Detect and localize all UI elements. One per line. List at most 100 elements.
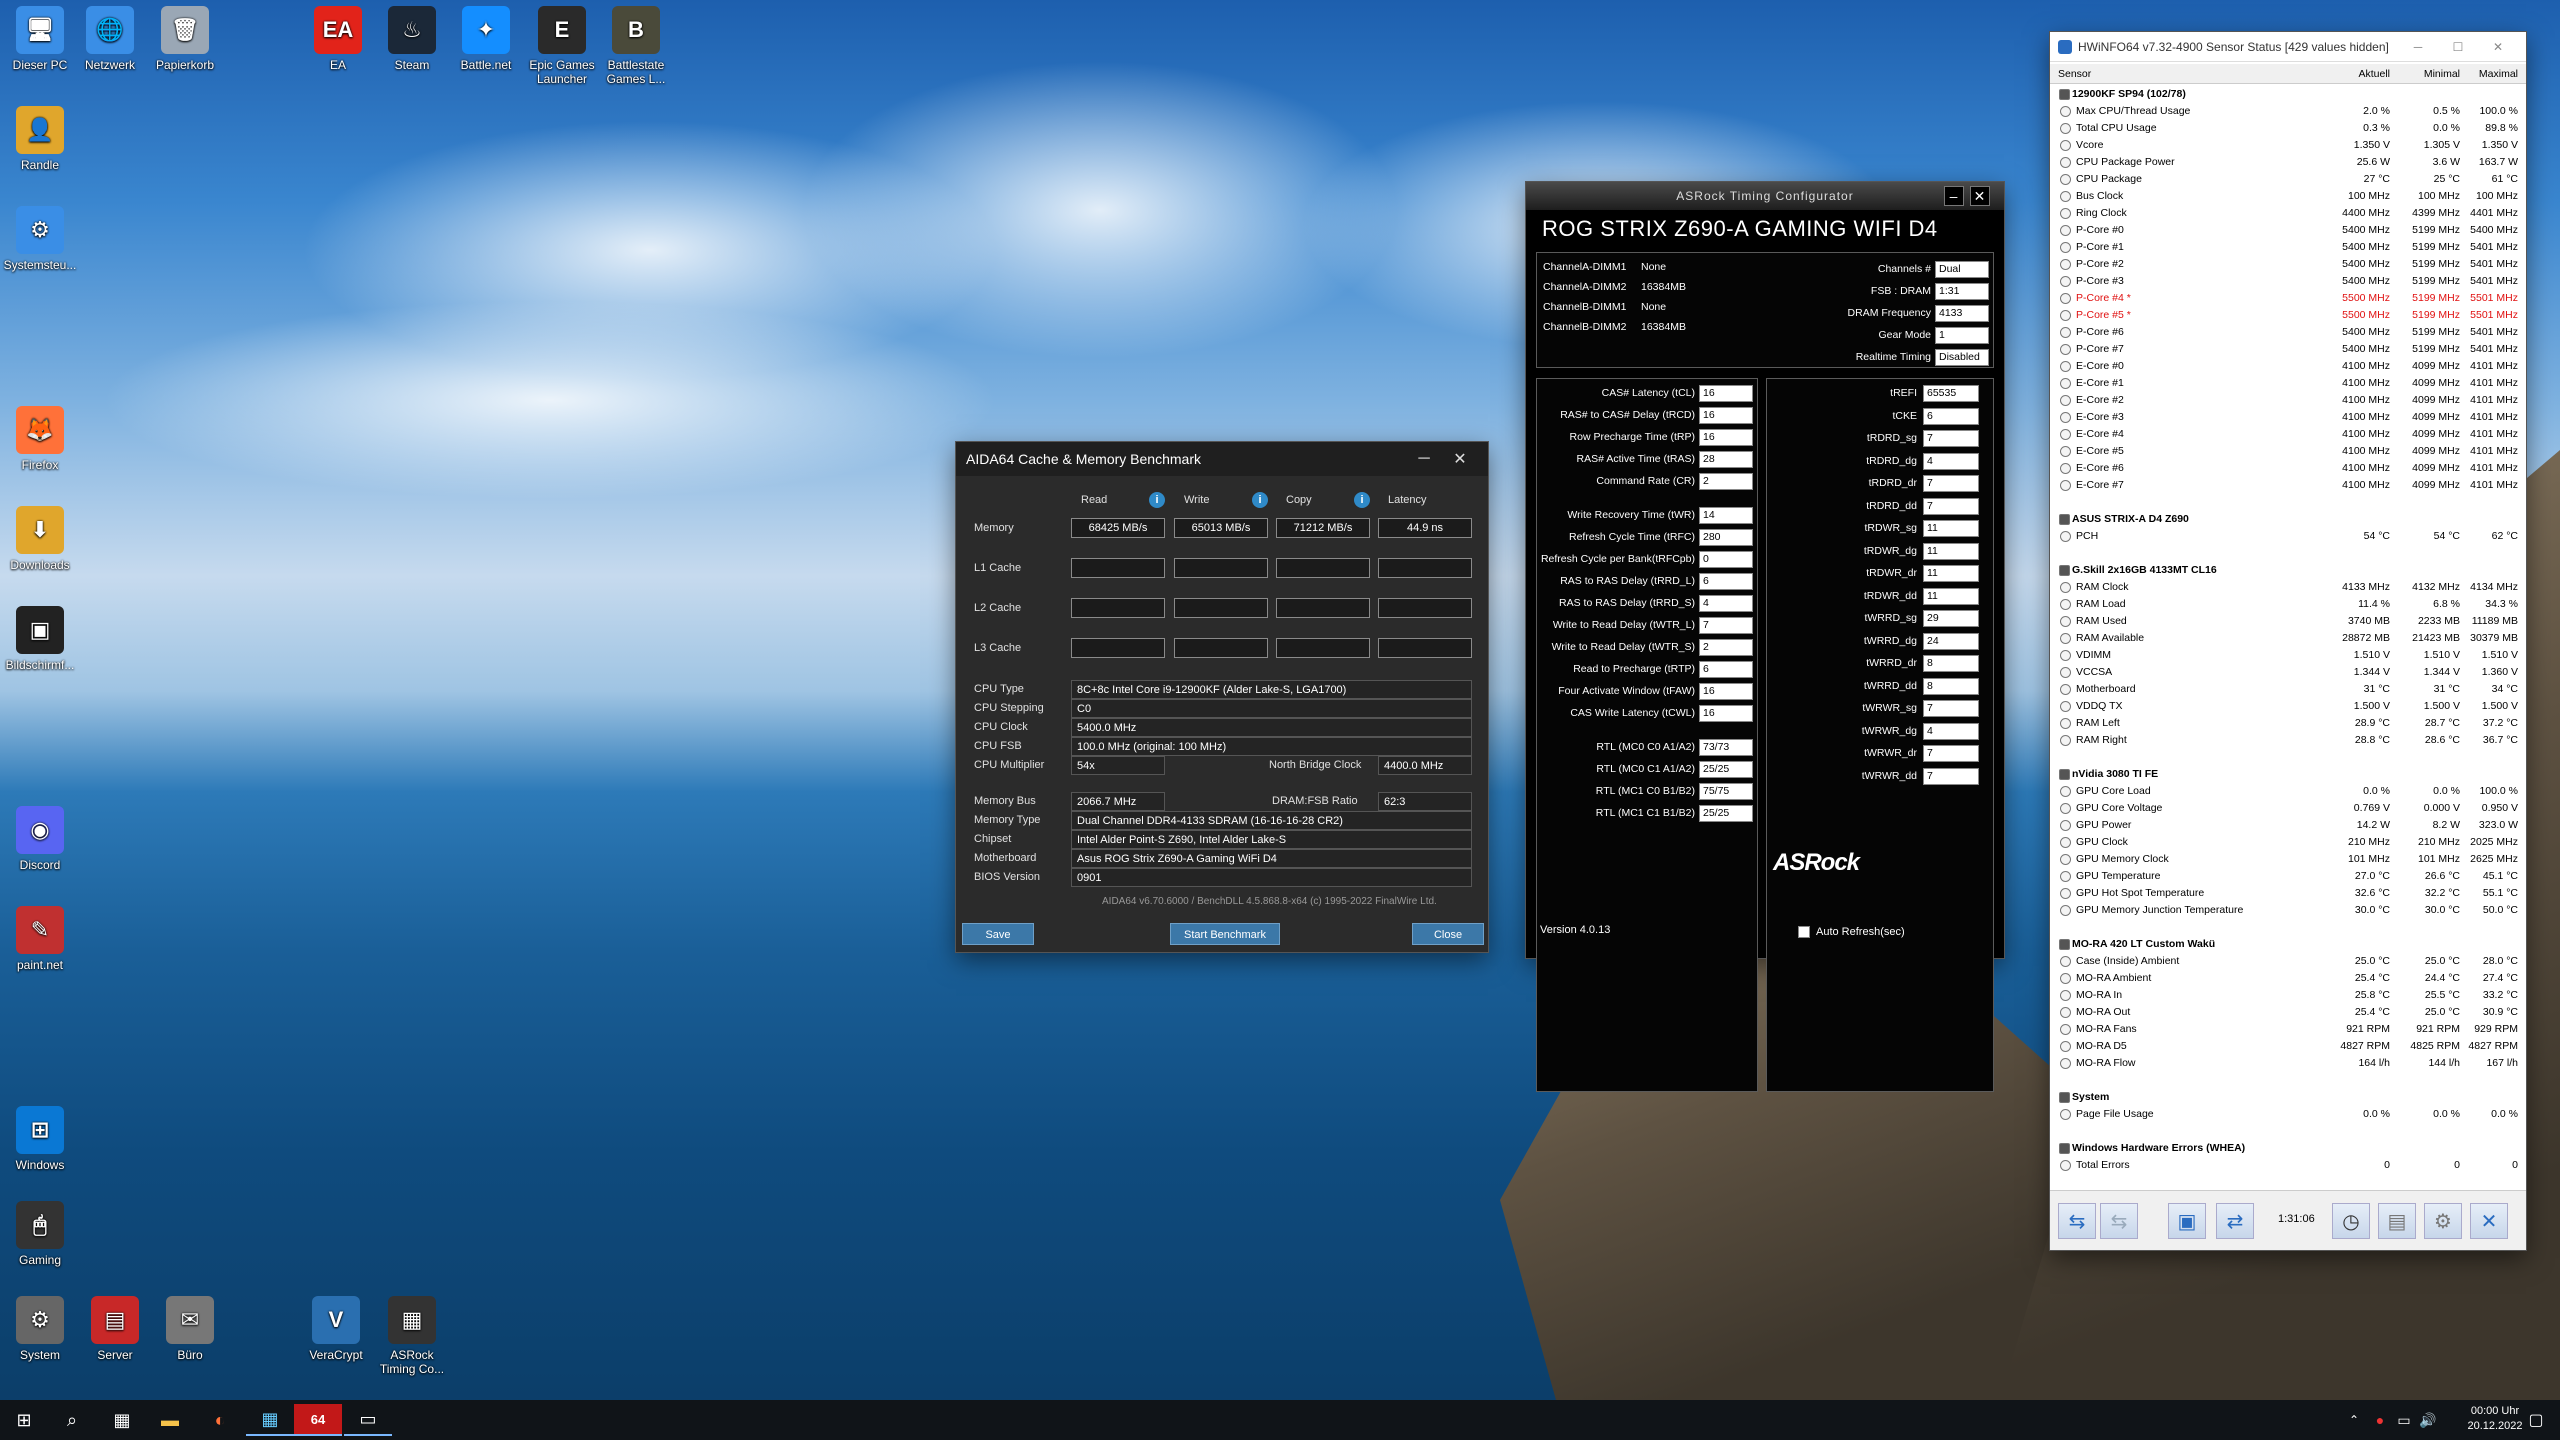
sensor-row[interactable]: CPU Package Power 25.6 W 3.6 W 163.7 W xyxy=(2050,154,2526,171)
desktop-icon-7[interactable]: B Battlestate Games L... xyxy=(596,6,676,86)
sensor-row[interactable]: VDDQ TX 1.500 V 1.500 V 1.500 V xyxy=(2050,698,2526,715)
desktop-icon-4[interactable]: ♨ Steam xyxy=(372,6,452,72)
timing-input[interactable]: 2 xyxy=(1699,473,1753,490)
sensor-row[interactable]: P-Core #2 5400 MHz 5199 MHz 5401 MHz xyxy=(2050,256,2526,273)
desktop-icon-5[interactable]: ✦ Battle.net xyxy=(446,6,526,72)
sensor-row[interactable]: MO-RA D5 4827 RPM 4825 RPM 4827 RPM xyxy=(2050,1038,2526,1055)
firefox-icon[interactable]: ◐ xyxy=(196,1404,244,1436)
sensor-row[interactable]: GPU Memory Junction Temperature 30.0 °C 30… xyxy=(2050,902,2526,919)
sensor-group[interactable]: Windows Hardware Errors (WHEA) xyxy=(2050,1140,2526,1157)
timing-input[interactable]: 7 xyxy=(1699,617,1753,634)
sensor-row[interactable]: RAM Available 28872 MB 21423 MB 30379 MB xyxy=(2050,630,2526,647)
timing-input[interactable]: 24 xyxy=(1923,632,1979,650)
sensor-row[interactable]: Total Errors 0 0 0 xyxy=(2050,1157,2526,1174)
sensor-row[interactable]: Case (Inside) Ambient 25.0 °C 25.0 °C 28.0 … xyxy=(2050,953,2526,970)
sensor-row[interactable]: MO-RA Fans 921 RPM 921 RPM 929 RPM xyxy=(2050,1021,2526,1038)
timing-input[interactable]: 4 xyxy=(1923,722,1979,740)
start-benchmark-button[interactable]: Start Benchmark xyxy=(1170,923,1280,945)
timing-input[interactable]: 16 xyxy=(1699,705,1753,722)
sensor-row[interactable]: RAM Right 28.8 °C 28.6 °C 36.7 °C xyxy=(2050,732,2526,749)
sensor-group[interactable]: ASUS STRIX-A D4 Z690 xyxy=(2050,511,2526,528)
minimize-button[interactable]: ─ xyxy=(1406,450,1442,468)
timing-input[interactable]: 2 xyxy=(1699,639,1753,656)
sensor-group[interactable]: MO-RA 420 LT Custom Wakü xyxy=(2050,936,2526,953)
clock-icon[interactable]: ◷ xyxy=(2332,1203,2370,1239)
sensor-row[interactable]: CPU Package 27 °C 25 °C 61 °C xyxy=(2050,171,2526,188)
asrock-timing-taskbar-icon[interactable]: ▦ xyxy=(246,1404,294,1436)
sensor-group[interactable]: 12900KF SP94 (102/78) xyxy=(2050,86,2526,103)
network-monitor-icon[interactable]: ⇄ xyxy=(2216,1203,2254,1239)
timing-input[interactable]: 4 xyxy=(1699,595,1753,612)
timing-input[interactable]: 65535 xyxy=(1923,385,1979,402)
timing-input[interactable]: 14 xyxy=(1699,507,1753,524)
sensor-row[interactable]: GPU Core Voltage 0.769 V 0.000 V 0.950 V xyxy=(2050,800,2526,817)
sensor-row[interactable]: GPU Temperature 27.0 °C 26.6 °C 45.1 °C xyxy=(2050,868,2526,885)
timing-input[interactable]: 28 xyxy=(1699,451,1753,468)
sensor-row[interactable]: MO-RA Flow 164 l/h 144 l/h 167 l/h xyxy=(2050,1055,2526,1072)
sensor-row[interactable]: MO-RA Out 25.4 °C 25.0 °C 30.9 °C xyxy=(2050,1004,2526,1021)
desktop-icon-12[interactable]: ▣ Bildschirmf... xyxy=(0,606,80,672)
info-icon[interactable]: i xyxy=(1149,492,1165,508)
save-button[interactable]: Save xyxy=(962,923,1034,945)
desktop-icon-11[interactable]: ⬇ Downloads xyxy=(0,506,80,572)
desktop-icon-16[interactable]: 🖱 Gaming xyxy=(0,1201,80,1267)
desktop-icon-6[interactable]: E Epic Games Launcher xyxy=(522,6,602,86)
sensor-row[interactable]: E-Core #3 4100 MHz 4099 MHz 4101 MHz xyxy=(2050,409,2526,426)
timing-input[interactable]: 6 xyxy=(1699,573,1753,590)
sensor-row[interactable]: E-Core #2 4100 MHz 4099 MHz 4101 MHz xyxy=(2050,392,2526,409)
sensor-row[interactable]: RAM Load 11.4 % 6.8 % 34.3 % xyxy=(2050,596,2526,613)
sensor-row[interactable]: RAM Used 3740 MB 2233 MB 11189 MB xyxy=(2050,613,2526,630)
sensor-row[interactable]: RAM Clock 4133 MHz 4132 MHz 4134 MHz xyxy=(2050,579,2526,596)
desktop-icon-17[interactable]: ⚙ System xyxy=(0,1296,80,1362)
monitor-icon[interactable]: ▣ xyxy=(2168,1203,2206,1239)
aida64-taskbar-icon[interactable]: 64 xyxy=(294,1404,342,1436)
timing-input[interactable]: 11 xyxy=(1923,520,1979,537)
sensor-row[interactable]: Page File Usage 0.0 % 0.0 % 0.0 % xyxy=(2050,1106,2526,1123)
timing-input[interactable]: 29 xyxy=(1923,610,1979,627)
sensor-row[interactable]: P-Core #5 * 5500 MHz 5199 MHz 5501 MHz xyxy=(2050,307,2526,324)
sensor-row[interactable]: E-Core #5 4100 MHz 4099 MHz 4101 MHz xyxy=(2050,443,2526,460)
sensor-row[interactable]: GPU Hot Spot Temperature 32.6 °C 32.2 °C 55… xyxy=(2050,885,2526,902)
auto-refresh-checkbox[interactable] xyxy=(1798,926,1810,938)
sensor-row[interactable]: PCH 54 °C 54 °C 62 °C xyxy=(2050,528,2526,545)
timing-input[interactable]: 16 xyxy=(1699,407,1753,424)
timing-input[interactable]: 7 xyxy=(1923,497,1979,515)
timing-input[interactable]: 280 xyxy=(1699,529,1753,546)
close-button[interactable]: ✕ xyxy=(2478,40,2518,54)
rtl-input[interactable]: 73/73 xyxy=(1699,739,1753,756)
timing-input[interactable]: 11 xyxy=(1923,565,1979,582)
column-max[interactable]: Maximal xyxy=(2460,68,2518,80)
sensor-row[interactable]: VDIMM 1.510 V 1.510 V 1.510 V xyxy=(2050,647,2526,664)
sensor-row[interactable]: Motherboard 31 °C 31 °C 34 °C xyxy=(2050,681,2526,698)
sensor-row[interactable]: GPU Memory Clock 101 MHz 101 MHz 2625 MHz xyxy=(2050,851,2526,868)
desktop-icon-14[interactable]: ✎ paint.net xyxy=(0,906,80,972)
sensor-row[interactable]: GPU Power 14.2 W 8.2 W 323.0 W xyxy=(2050,817,2526,834)
timing-input[interactable]: 16 xyxy=(1699,683,1753,700)
sensor-row[interactable]: Bus Clock 100 MHz 100 MHz 100 MHz xyxy=(2050,188,2526,205)
desktop-icon-18[interactable]: ▤ Server xyxy=(75,1296,155,1362)
close-button[interactable]: ✕ xyxy=(1442,449,1478,469)
report-icon[interactable]: ▤ xyxy=(2378,1203,2416,1239)
close-icon[interactable]: ✕ xyxy=(2470,1203,2508,1239)
timing-input[interactable]: 16 xyxy=(1699,385,1753,402)
rtl-input[interactable]: 75/75 xyxy=(1699,783,1753,800)
timing-input[interactable]: 8 xyxy=(1923,655,1979,672)
sensor-row[interactable]: E-Core #4 4100 MHz 4099 MHz 4101 MHz xyxy=(2050,426,2526,443)
timing-input[interactable]: 8 xyxy=(1923,677,1979,695)
desktop-icon-13[interactable]: ◉ Discord xyxy=(0,806,80,872)
desktop-icon-0[interactable]: 🖥 Dieser PC xyxy=(0,6,80,72)
sensor-row[interactable]: E-Core #7 4100 MHz 4099 MHz 4101 MHz xyxy=(2050,477,2526,494)
sensor-row[interactable]: P-Core #0 5400 MHz 5199 MHz 5400 MHz xyxy=(2050,222,2526,239)
maximize-button[interactable]: ☐ xyxy=(2438,40,2478,54)
rtl-input[interactable]: 25/25 xyxy=(1699,805,1753,822)
desktop-icon-2[interactable]: 🗑 Papierkorb xyxy=(145,6,225,72)
timing-input[interactable]: 11 xyxy=(1923,542,1979,560)
sensor-row[interactable]: GPU Clock 210 MHz 210 MHz 2025 MHz xyxy=(2050,834,2526,851)
close-button[interactable]: ✕ xyxy=(1970,186,1990,206)
timing-input[interactable]: 4 xyxy=(1923,452,1979,470)
timing-input[interactable]: 7 xyxy=(1923,475,1979,492)
sensor-row[interactable]: Total CPU Usage 0.3 % 0.0 % 89.8 % xyxy=(2050,120,2526,137)
sensor-row[interactable]: GPU Core Load 0.0 % 0.0 % 100.0 % xyxy=(2050,783,2526,800)
timing-input[interactable]: 6 xyxy=(1923,407,1979,425)
volume-icon[interactable]: 🔊 xyxy=(2404,1404,2452,1436)
